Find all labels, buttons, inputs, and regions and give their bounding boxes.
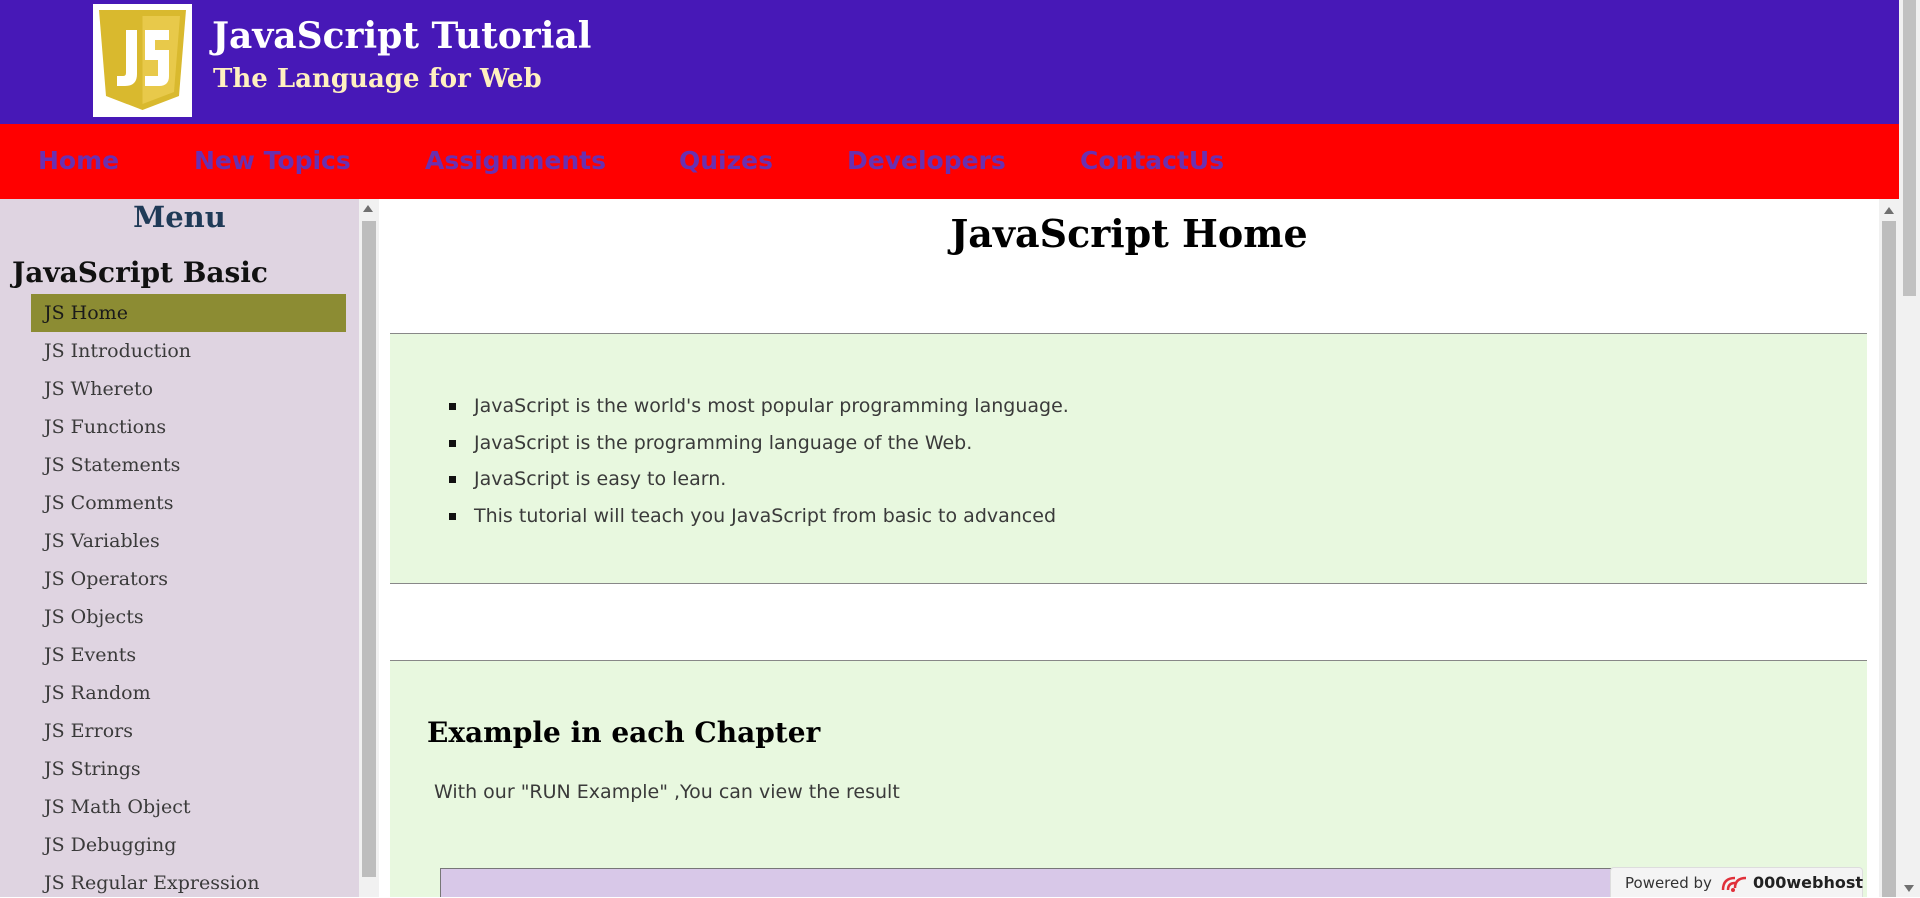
sidebar: Menu JavaScript Basic JS Home JS Introdu… (0, 199, 359, 897)
scroll-up-arrow-icon[interactable] (1884, 207, 1894, 214)
list-item: JavaScript is the world's most popular p… (446, 388, 1069, 425)
main-scrollbar[interactable] (1879, 199, 1899, 897)
list-item: JavaScript is the programming language o… (446, 425, 1069, 462)
sidebar-item-js-statements[interactable]: JS Statements (31, 446, 346, 484)
site-title: JavaScript Tutorial (212, 15, 592, 57)
nav-new-topics[interactable]: New Topics (194, 146, 351, 175)
page-title: JavaScript Home (950, 211, 1308, 256)
sidebar-item-js-operators[interactable]: JS Operators (31, 560, 346, 598)
scroll-down-arrow-icon[interactable] (1904, 885, 1914, 892)
nav-assignments[interactable]: Assignments (425, 146, 606, 175)
nav-developers[interactable]: Developers (847, 146, 1006, 175)
sidebar-list: JS Home JS Introduction JS Whereto JS Fu… (31, 294, 346, 897)
sidebar-item-js-random[interactable]: JS Random (31, 674, 346, 712)
sidebar-scrollbar[interactable] (359, 199, 379, 897)
sidebar-item-js-regular-expression[interactable]: JS Regular Expression (31, 864, 346, 897)
page-scroll-thumb[interactable] (1903, 0, 1916, 296)
sidebar-scroll-thumb[interactable] (362, 221, 376, 877)
webhost-brand: 000webhost (1753, 873, 1864, 892)
site-header: JavaScript Tutorial The Language for Web (0, 0, 1899, 124)
sidebar-item-js-strings[interactable]: JS Strings (31, 750, 346, 788)
main-scroll-thumb[interactable] (1882, 221, 1896, 897)
js-logo[interactable] (93, 4, 192, 117)
sidebar-item-js-objects[interactable]: JS Objects (31, 598, 346, 636)
scroll-up-arrow-icon[interactable] (363, 205, 373, 212)
intro-list: JavaScript is the world's most popular p… (446, 388, 1069, 534)
sidebar-item-js-variables[interactable]: JS Variables (31, 522, 346, 560)
nav-home[interactable]: Home (38, 146, 119, 175)
webhost-logo-icon (1719, 874, 1749, 898)
powered-by-label: Powered by (1625, 874, 1712, 892)
sidebar-section-title: JavaScript Basic (12, 256, 268, 289)
nav-quizes[interactable]: Quizes (679, 146, 773, 175)
sidebar-item-js-debugging[interactable]: JS Debugging (31, 826, 346, 864)
page-scrollbar[interactable] (1899, 0, 1920, 897)
top-nav: Home New Topics Assignments Quizes Devel… (0, 124, 1899, 199)
intro-panel: JavaScript is the world's most popular p… (390, 333, 1867, 584)
example-heading: Example in each Chapter (427, 716, 821, 749)
main-content: JavaScript Home JavaScript is the world'… (379, 199, 1879, 897)
powered-by-badge[interactable]: Powered by 000webhost (1610, 867, 1863, 897)
example-panel: Example in each Chapter With our "RUN Ex… (390, 660, 1867, 897)
sidebar-item-js-whereto[interactable]: JS Whereto (31, 370, 346, 408)
sidebar-item-js-introduction[interactable]: JS Introduction (31, 332, 346, 370)
nav-contactus[interactable]: ContactUs (1080, 146, 1224, 175)
example-description: With our "RUN Example" ,You can view the… (434, 781, 900, 803)
list-item: JavaScript is easy to learn. (446, 461, 1069, 498)
site-subtitle: The Language for Web (213, 64, 542, 94)
sidebar-item-js-math-object[interactable]: JS Math Object (31, 788, 346, 826)
list-item: This tutorial will teach you JavaScript … (446, 498, 1069, 535)
sidebar-heading: Menu (133, 200, 226, 234)
sidebar-item-js-errors[interactable]: JS Errors (31, 712, 346, 750)
sidebar-item-js-home[interactable]: JS Home (31, 294, 346, 332)
sidebar-item-js-events[interactable]: JS Events (31, 636, 346, 674)
sidebar-item-js-comments[interactable]: JS Comments (31, 484, 346, 522)
sidebar-item-js-functions[interactable]: JS Functions (31, 408, 346, 446)
